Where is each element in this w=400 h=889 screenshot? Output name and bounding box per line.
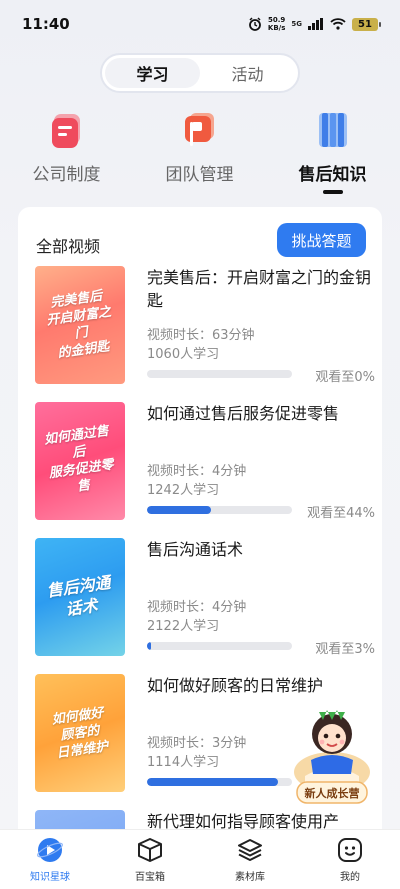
video-duration: 视频时长：4分钟 bbox=[147, 600, 247, 615]
video-thumbnail: 如何通过售后 服务促进零售 bbox=[35, 402, 125, 520]
video-duration: 视频时长：4分钟 bbox=[147, 464, 247, 479]
watch-progress: 观看至3% bbox=[315, 642, 375, 657]
video-thumbnail: 完美售后 开启财富之门 的金钥匙 bbox=[35, 266, 125, 384]
video-thumbnail: 售后沟通 话术 bbox=[35, 538, 125, 656]
tab-activity[interactable]: 活动 bbox=[200, 58, 295, 88]
video-item[interactable]: 如何通过售后 服务促进零售 如何通过售后服务促进零售 视频时长：4分钟 1242人… bbox=[35, 402, 375, 522]
progress-bar bbox=[147, 642, 292, 650]
book-icon bbox=[315, 110, 351, 150]
thumbnail-caption: 如何通过售后 服务促进零售 bbox=[43, 423, 115, 495]
video-thumbnail: 如何做好 顾客的 日常维护 bbox=[35, 674, 125, 792]
section-title: 全部视频 bbox=[36, 237, 101, 256]
category-label: 售后知识 bbox=[298, 165, 367, 185]
category-row: 公司制度 团队管理 售后知识 bbox=[0, 110, 400, 195]
category-after-sales[interactable]: 售后知识 bbox=[266, 110, 399, 195]
video-item[interactable]: 完美售后 开启财富之门 的金钥匙 完美售后：开启财富之门的金钥匙 视频时长：63分钟… bbox=[35, 266, 375, 386]
video-duration: 视频时长：63分钟 bbox=[147, 328, 255, 343]
video-item[interactable]: 售后沟通 话术 售后沟通话术 视频时长：4分钟 2122人学习 观看至3% bbox=[35, 538, 375, 658]
thumbnail-caption: 售后沟通 话术 bbox=[45, 572, 112, 620]
net-speed: 50.9 KB/s bbox=[268, 16, 285, 32]
tab-learn[interactable]: 学习 bbox=[105, 58, 200, 88]
status-bar: 11:40 50.9 KB/s 5G 51 bbox=[0, 0, 400, 48]
video-learners: 1060人学习 bbox=[147, 347, 220, 362]
flag-icon bbox=[182, 110, 218, 150]
category-company-policy[interactable]: 公司制度 bbox=[0, 110, 133, 195]
progress-bar bbox=[147, 778, 292, 786]
video-learners: 2122人学习 bbox=[147, 619, 220, 634]
tab-label: 素材库 bbox=[235, 872, 265, 883]
alarm-icon bbox=[248, 17, 261, 31]
tab-treasure-box[interactable]: 百宝箱 bbox=[100, 830, 200, 889]
layers-icon bbox=[236, 836, 264, 864]
video-learners: 1242人学习 bbox=[147, 483, 220, 498]
section-header: 全部视频 挑战答题 bbox=[18, 223, 382, 263]
tab-knowledge-planet[interactable]: 知识星球 bbox=[0, 830, 100, 889]
battery-indicator: 51 bbox=[352, 17, 381, 31]
status-time: 11:40 bbox=[22, 15, 70, 33]
video-duration: 视频时长：3分钟 bbox=[147, 736, 247, 751]
document-icon bbox=[49, 110, 85, 150]
tab-mine[interactable]: 我的 bbox=[300, 830, 400, 889]
category-team-management[interactable]: 团队管理 bbox=[133, 110, 266, 195]
signal-icon bbox=[308, 18, 323, 30]
tab-material-library[interactable]: 素材库 bbox=[200, 830, 300, 889]
progress-fill bbox=[147, 506, 211, 514]
play-planet-icon bbox=[36, 836, 64, 864]
progress-fill bbox=[147, 778, 278, 786]
smile-face-icon bbox=[336, 836, 364, 864]
battery-level: 51 bbox=[358, 18, 372, 30]
thumbnail-caption: 完美售后 开启财富之门 的金钥匙 bbox=[45, 288, 113, 362]
net-speed-value: 50.9 bbox=[267, 16, 286, 24]
active-category-indicator bbox=[322, 190, 343, 194]
newcomer-camp-badge[interactable]: 新人成长营 bbox=[291, 690, 373, 805]
category-label: 团队管理 bbox=[165, 165, 234, 185]
signal-type: 5G bbox=[291, 20, 302, 28]
net-speed-unit: KB/s bbox=[267, 24, 286, 32]
progress-bar bbox=[147, 506, 292, 514]
newcomer-camp-label: 新人成长营 bbox=[304, 786, 360, 800]
video-title: 售后沟通话术 bbox=[147, 540, 244, 559]
video-title: 完美售后：开启财富之门的金钥匙 bbox=[147, 268, 372, 310]
progress-fill bbox=[147, 642, 152, 650]
tab-label: 我的 bbox=[340, 872, 360, 883]
bottom-tab-bar: 知识星球 百宝箱 素材库 我的 bbox=[0, 829, 400, 889]
status-icons: 50.9 KB/s 5G 51 bbox=[248, 16, 381, 32]
video-learners: 1114人学习 bbox=[147, 755, 220, 770]
video-title: 如何通过售后服务促进零售 bbox=[147, 404, 340, 423]
thumbnail-caption: 如何做好 顾客的 日常维护 bbox=[50, 705, 110, 761]
wifi-icon bbox=[330, 18, 346, 30]
tab-label: 百宝箱 bbox=[135, 872, 165, 883]
category-label: 公司制度 bbox=[32, 165, 101, 185]
progress-bar bbox=[147, 370, 292, 378]
watch-progress: 观看至44% bbox=[307, 506, 375, 521]
tab-label: 知识星球 bbox=[30, 872, 70, 883]
challenge-quiz-button[interactable]: 挑战答题 bbox=[277, 223, 366, 257]
learn-activity-switch: 学习 活动 bbox=[100, 53, 300, 93]
watch-progress: 观看至0% bbox=[315, 370, 375, 385]
box-icon bbox=[136, 836, 164, 864]
